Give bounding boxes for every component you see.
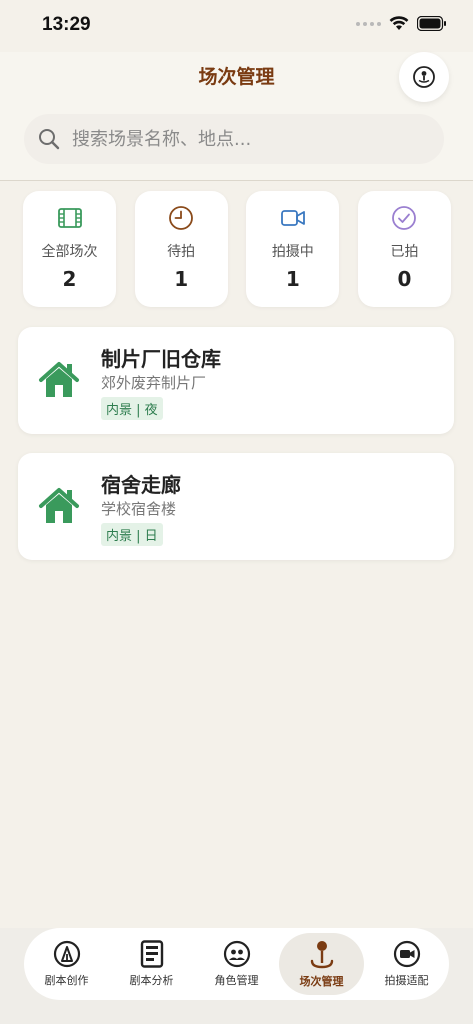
scene-card[interactable]: 宿舍走廊 学校宿舍楼 内景 | 日: [18, 453, 454, 560]
battery-icon: [417, 16, 446, 31]
scene-title: 宿舍走廊: [101, 473, 181, 497]
location-pin-icon: [310, 941, 333, 969]
house-icon: [38, 487, 80, 529]
location-pin-icon: [413, 66, 435, 88]
tab-label: 拍摄适配: [384, 974, 429, 987]
stat-label: 已拍: [390, 244, 419, 260]
signal-icon: [356, 21, 381, 26]
scene-tag: 内景 | 夜: [101, 397, 163, 420]
scene-card[interactable]: 制片厂旧仓库 郊外废弃制片厂 内景 | 夜: [18, 327, 454, 434]
house-icon: [38, 361, 80, 403]
camera-icon: [393, 940, 420, 968]
status-time: 13:29: [42, 14, 91, 35]
document-icon: [140, 940, 163, 968]
clock-icon: [168, 205, 194, 231]
stat-value: 1: [174, 267, 189, 291]
tab-bar-inner: 剧本创作 剧本分析 角色管理 场次管理 拍摄适配: [24, 928, 449, 1000]
status-icons: [356, 16, 447, 31]
stat-label: 拍摄中: [271, 244, 314, 260]
search-icon: [38, 128, 60, 150]
tab-character-management[interactable]: 角色管理: [194, 933, 279, 995]
header: 场次管理: [0, 52, 473, 181]
stat-label: 全部场次: [41, 244, 98, 260]
search-bar[interactable]: [24, 114, 444, 164]
check-circle-icon: [391, 205, 417, 231]
stat-card-done[interactable]: 已拍 0: [357, 191, 451, 307]
search-input[interactable]: [70, 127, 434, 151]
tab-label: 剧本分析: [129, 974, 174, 987]
tab-script-analysis[interactable]: 剧本分析: [109, 933, 194, 995]
tab-shooting-adaptation[interactable]: 拍摄适配: [364, 933, 449, 995]
tab-label: 场次管理: [299, 975, 344, 988]
tab-script-writing[interactable]: 剧本创作: [24, 933, 109, 995]
stats-row: 全部场次 2 待拍 1 拍摄中 1 已拍 0: [23, 191, 451, 307]
stat-value: 1: [285, 267, 300, 291]
stat-label: 待拍: [167, 244, 196, 260]
tab-label: 角色管理: [214, 974, 259, 987]
status-bar: 13:29: [0, 0, 473, 52]
video-icon: [280, 205, 306, 231]
stat-value: 2: [62, 267, 77, 291]
people-icon: [223, 940, 250, 968]
film-icon: [57, 205, 83, 231]
stat-card-all[interactable]: 全部场次 2: [23, 191, 116, 307]
stat-value: 0: [397, 267, 412, 291]
map-pin-button[interactable]: [399, 52, 449, 102]
stat-card-shooting[interactable]: 拍摄中 1: [246, 191, 340, 307]
scene-tag: 内景 | 日: [101, 523, 163, 546]
pen-icon: [53, 940, 80, 968]
tab-scene-management[interactable]: 场次管理: [279, 933, 364, 995]
scene-title: 制片厂旧仓库: [101, 347, 221, 371]
wifi-icon: [389, 16, 409, 30]
tab-label: 剧本创作: [44, 974, 89, 987]
stat-card-pending[interactable]: 待拍 1: [134, 191, 228, 307]
scene-list: 制片厂旧仓库 郊外废弃制片厂 内景 | 夜 宿舍走廊 学校宿舍楼 内景 | 日: [18, 327, 454, 579]
tab-bar: 剧本创作 剧本分析 角色管理 场次管理 拍摄适配: [0, 928, 473, 1024]
scene-location: 学校宿舍楼: [101, 500, 177, 518]
scene-location: 郊外废弃制片厂: [101, 374, 207, 392]
